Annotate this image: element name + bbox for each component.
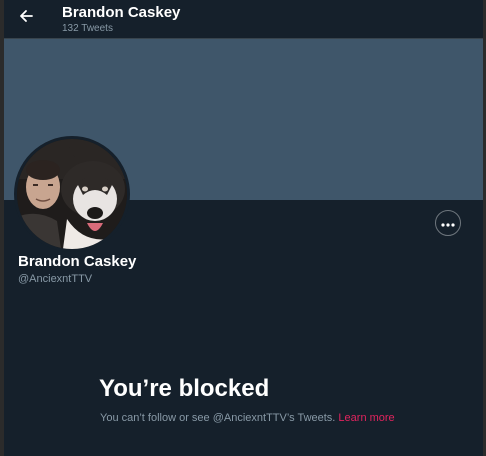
profile-handle: @AnciexntTTV [18, 273, 93, 285]
blocked-message-text: You can’t follow or see @AnciexntTTV’s T… [100, 412, 339, 424]
profile-page: Brandon Caskey 132 Tweets Brandon Caskey… [4, 0, 483, 456]
learn-more-link[interactable]: Learn more [338, 412, 394, 424]
header-title: Brandon Caskey [62, 4, 181, 21]
profile-display-name: Brandon Caskey [18, 253, 137, 270]
blocked-heading: You’re blocked [99, 375, 270, 402]
tweet-count: 132 Tweets [62, 23, 113, 34]
back-button[interactable] [12, 4, 40, 32]
top-header: Brandon Caskey 132 Tweets [4, 0, 483, 39]
more-horizontal-icon [441, 214, 455, 232]
avatar[interactable] [14, 136, 130, 252]
arrow-left-icon [19, 9, 33, 28]
blocked-message: You can’t follow or see @AnciexntTTV’s T… [100, 410, 400, 427]
more-options-button[interactable] [435, 210, 461, 236]
